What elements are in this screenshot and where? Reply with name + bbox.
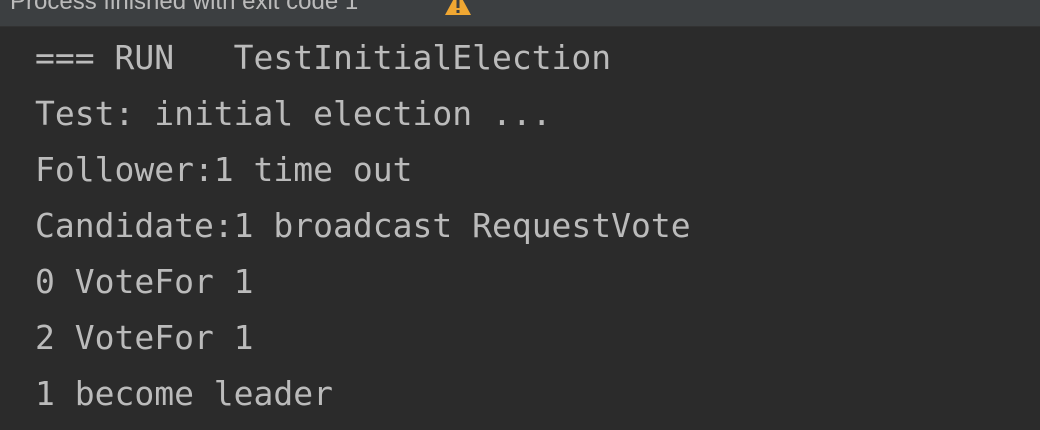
warning-icon[interactable] bbox=[444, 0, 472, 16]
console-output: === RUN TestInitialElection Test: initia… bbox=[35, 38, 691, 430]
console-line: 1 become leader bbox=[35, 374, 334, 413]
console-line: === RUN TestInitialElection bbox=[35, 38, 612, 77]
console-line: 0 VoteFor 1 bbox=[35, 262, 254, 301]
console-line: Follower:1 time out bbox=[35, 150, 413, 189]
console-line: Test: initial election ... bbox=[35, 94, 552, 133]
process-status-bar: Process finished with exit code 1 bbox=[0, 0, 1040, 27]
run-console: Process finished with exit code 1 === RU… bbox=[0, 0, 1040, 430]
console-line: 2 VoteFor 1 bbox=[35, 318, 254, 357]
process-status-text: Process finished with exit code 1 bbox=[10, 0, 359, 15]
console-line: Candidate:1 broadcast RequestVote bbox=[35, 206, 691, 245]
